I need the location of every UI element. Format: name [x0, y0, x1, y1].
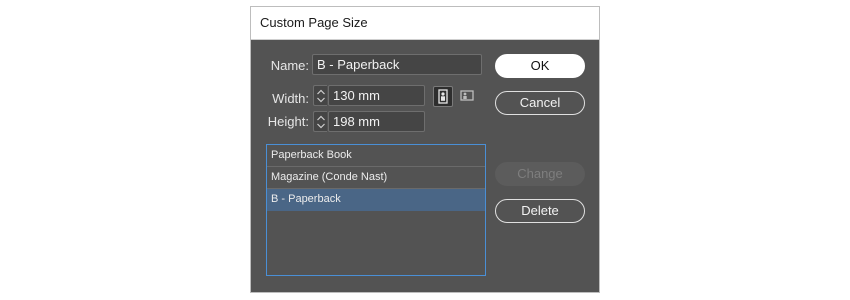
custom-page-size-dialog: Custom Page Size Name: Width: Height: [250, 6, 600, 293]
page-size-presets-list[interactable]: Paperback Book Magazine (Conde Nast) B -… [266, 144, 486, 276]
change-button[interactable]: Change [495, 162, 585, 186]
height-field[interactable] [328, 111, 425, 132]
height-label: Height: [267, 114, 309, 129]
width-label: Width: [272, 91, 309, 106]
list-item-selected[interactable]: B - Paperback [267, 189, 485, 211]
stepper-arrows-icon [317, 115, 325, 129]
portrait-icon [438, 89, 448, 104]
portrait-orientation-button[interactable] [433, 86, 453, 107]
delete-button[interactable]: Delete [495, 199, 585, 223]
landscape-orientation-button[interactable] [458, 86, 478, 107]
width-input[interactable] [333, 86, 424, 105]
dialog-titlebar: Custom Page Size [251, 7, 599, 40]
name-field[interactable] [312, 54, 482, 75]
height-input[interactable] [333, 112, 424, 131]
landscape-icon [460, 90, 474, 101]
dialog-title: Custom Page Size [260, 15, 368, 30]
list-item[interactable]: Paperback Book [267, 145, 485, 167]
width-field[interactable] [328, 85, 425, 106]
cancel-button[interactable]: Cancel [495, 91, 585, 115]
width-stepper[interactable] [313, 85, 327, 106]
list-item[interactable]: Magazine (Conde Nast) [267, 167, 485, 189]
ok-button[interactable]: OK [495, 54, 585, 78]
stepper-arrows-icon [317, 89, 325, 103]
height-stepper[interactable] [313, 111, 327, 132]
name-input[interactable] [317, 55, 481, 74]
name-label: Name: [270, 58, 309, 73]
